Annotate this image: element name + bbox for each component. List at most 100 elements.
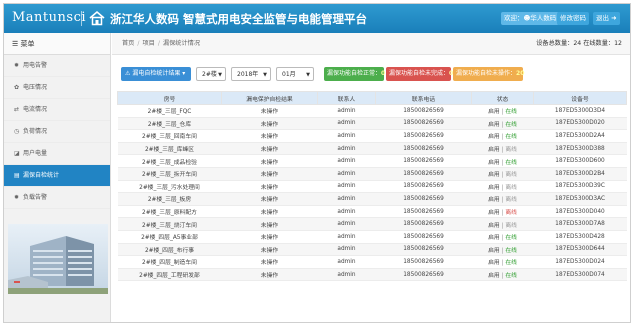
status-cell: 启用 | 离线	[471, 142, 534, 156]
phone-cell: 18500826569	[375, 129, 472, 143]
sidebar-item-label: 用电告警	[23, 62, 48, 69]
device-id-cell: 187ED5300D428	[533, 230, 627, 244]
room-cell[interactable]: 2#楼_三层_仓库	[117, 117, 222, 131]
room-cell[interactable]: 2#楼_三层_烧汀车间	[117, 217, 222, 231]
online-status: 在线	[505, 247, 517, 254]
table-row[interactable]: 2#楼_三层_回南车间 未操作 admin 18500826569 启用 | 在线 187…	[117, 129, 627, 143]
enabled-status: 启用	[488, 159, 500, 166]
table-header-row: 房号 漏电保护自检结果 联系人 联系电话 状态 设备号	[117, 91, 627, 105]
filter-toolbar: ⚠ 漏电自检统计结果 ▾ 2#楼 ▼ 2018年 ▼ 01月 ▼ 漏保功能自检正常：0…	[118, 67, 626, 83]
badge-label: 漏保功能自检未操作：	[456, 70, 517, 77]
room-cell[interactable]: 2#楼_三层_回南车间	[117, 129, 222, 143]
status-cell: 启用 | 在线	[471, 117, 534, 131]
sidebar-item-voltage[interactable]: ✿ 电压情况	[4, 77, 110, 99]
change-password-button[interactable]: 修改密码	[557, 12, 589, 25]
self-test-result-cell: 未操作	[221, 243, 318, 257]
sidebar-item-label: 电流情况	[23, 106, 48, 113]
home-icon[interactable]	[88, 9, 106, 27]
sidebar-item-load[interactable]: ◷ 负荷情况	[4, 121, 110, 143]
breadcrumb-separator: /	[157, 40, 160, 47]
phone-cell: 18500826569	[375, 167, 472, 181]
room-cell[interactable]: 2#楼_三层_FQC	[117, 104, 222, 118]
floor-select[interactable]: 2#楼 ▼	[196, 67, 226, 81]
table-row[interactable]: 2#楼_三层_原料配方 未操作 admin 18500826569 启用 | 离线 187…	[117, 205, 627, 219]
menu-label: 菜单	[20, 40, 35, 48]
room-cell[interactable]: 2#楼_三层_成品检验	[117, 154, 222, 168]
contact-cell: admin	[317, 117, 376, 131]
device-id-cell: 187ED5300D2A4	[533, 129, 627, 143]
breadcrumb-project[interactable]: 项目	[142, 40, 154, 47]
table-row[interactable]: 2#楼_三层_仓库 未操作 admin 18500826569 启用 | 在线 187ED…	[117, 117, 627, 131]
enabled-status: 启用	[488, 121, 500, 128]
room-cell[interactable]: 2#楼_三层_板房	[117, 192, 222, 206]
room-cell[interactable]: 2#楼_四层_制造车间	[117, 255, 222, 269]
device-counts: 设备总数量：24 在线数量：12	[536, 33, 622, 55]
table-row[interactable]: 2#楼_三层_拆开车间 未操作 admin 18500826569 启用 | 离线 187…	[117, 167, 627, 181]
table-row[interactable]: 2#楼_四层_制造车间 未操作 admin 18500826569 启用 | 在线 187…	[117, 255, 627, 269]
leakage-stats-dropdown-button[interactable]: ⚠ 漏电自检统计结果 ▾	[121, 67, 191, 81]
room-cell[interactable]: 2#楼_四层_工程研发部	[117, 268, 222, 282]
room-cell[interactable]: 2#楼_三层_库峰区	[117, 142, 222, 156]
contact-cell: admin	[317, 180, 376, 194]
room-cell[interactable]: 2#楼_四层_布行事	[117, 243, 222, 257]
device-id-cell: 187ED5300D39C	[533, 180, 627, 194]
table-row[interactable]: 2#楼_三层_成品检验 未操作 admin 18500826569 启用 | 在线 187…	[117, 154, 627, 168]
sidebar-item-label: 用户电量	[23, 150, 48, 157]
year-select[interactable]: 2018年 ▼	[231, 67, 271, 81]
column-header-result[interactable]: 漏电保护自检结果	[221, 91, 318, 105]
status-cell: 启用 | 在线	[471, 230, 534, 244]
column-header-phone[interactable]: 联系电话	[375, 91, 472, 105]
table-row[interactable]: 2#楼_四层_工程研发部 未操作 admin 18500826569 启用 | 在线 18…	[117, 268, 627, 282]
room-cell[interactable]: 2#楼_三层_拆开车间	[117, 167, 222, 181]
contact-cell: admin	[317, 230, 376, 244]
room-cell[interactable]: 2#楼_四层_A5事业部	[117, 230, 222, 244]
self-test-normal-badge[interactable]: 漏保功能自检正常：0	[324, 67, 386, 81]
contact-cell: admin	[317, 243, 376, 257]
table-row[interactable]: 2#楼_三层_FQC 未操作 admin 18500826569 启用 | 在线 187E…	[117, 104, 627, 118]
column-header-room[interactable]: 房号	[117, 91, 222, 105]
platform-title: 浙江华人数码 智慧式用电安全监管与电能管理平台	[110, 12, 368, 26]
breadcrumb-home[interactable]: 首页	[122, 40, 134, 47]
column-header-device[interactable]: 设备号	[533, 91, 627, 105]
status-cell: 启用 | 离线	[471, 180, 534, 194]
sidebar-item-power-alarm[interactable]: ✹ 用电告警	[4, 55, 110, 77]
status-cell: 启用 | 离线	[471, 205, 534, 219]
table-row[interactable]: 2#楼_三层_污水处理间 未操作 admin 18500826569 启用 | 离线 18…	[117, 180, 627, 194]
table-row[interactable]: 2#楼_四层_A5事业部 未操作 admin 18500826569 启用 | 在线 18…	[117, 230, 627, 244]
month-select[interactable]: 01月 ▼	[276, 67, 314, 81]
app-window: Mantunsci 浙江华人数码 智慧式用电安全监管与电能管理平台 欢迎：☻华人…	[3, 3, 631, 323]
online-status: 在线	[505, 134, 517, 141]
warning-icon: ⚠	[125, 70, 131, 77]
sidebar-item-leakage-stats[interactable]: ▤ 漏保自检统计	[4, 165, 110, 187]
device-id-cell: 187ED5300D020	[533, 117, 627, 131]
user-name: 华人数码	[530, 14, 557, 22]
clock-icon: ◷	[14, 128, 20, 135]
sidebar-item-user-energy[interactable]: ◪ 用户电量	[4, 143, 110, 165]
user-badge[interactable]: 欢迎：☻华人数码	[501, 12, 560, 25]
device-id-cell: 187ED5300D3D4	[533, 104, 627, 118]
sidebar-item-load-alarm[interactable]: ✹ 负载告警	[4, 187, 110, 209]
room-cell[interactable]: 2#楼_三层_原料配方	[117, 205, 222, 219]
column-header-contact[interactable]: 联系人	[317, 91, 376, 105]
self-test-not-done-badge[interactable]: 漏保功能自检未操作：20	[453, 67, 524, 81]
contact-cell: admin	[317, 268, 376, 282]
device-table: 房号 漏电保护自检结果 联系人 联系电话 状态 设备号 2#楼_三层_FQC 未操…	[117, 91, 627, 282]
self-test-result-cell: 未操作	[221, 192, 318, 206]
table-row[interactable]: 2#楼_三层_板房 未操作 admin 18500826569 启用 | 离线 187ED…	[117, 192, 627, 206]
badge-count: 0	[381, 70, 386, 77]
table-row[interactable]: 2#楼_三层_库峰区 未操作 admin 18500826569 启用 | 离线 187E…	[117, 142, 627, 156]
enabled-status: 启用	[488, 197, 500, 204]
sidebar-item-current[interactable]: ⇄ 电流情况	[4, 99, 110, 121]
table-row[interactable]: 2#楼_四层_布行事 未操作 admin 18500826569 启用 | 在线 187E…	[117, 243, 627, 257]
self-test-incomplete-badge[interactable]: 漏保功能自检未完成：0	[386, 67, 453, 81]
online-status: 在线	[505, 121, 517, 128]
breadcrumb-current: 漏保统计情况	[162, 40, 201, 47]
room-cell[interactable]: 2#楼_三层_污水处理间	[117, 180, 222, 194]
column-header-status[interactable]: 状态	[471, 91, 534, 105]
device-id-cell: 187ED5300D2B4	[533, 167, 627, 181]
table-row[interactable]: 2#楼_三层_烧汀车间 未操作 admin 18500826569 启用 | 离线 187…	[117, 217, 627, 231]
online-label: 在线数量：	[583, 40, 615, 47]
enabled-status: 启用	[488, 134, 500, 141]
phone-cell: 18500826569	[375, 243, 472, 257]
logout-button[interactable]: 退出 ➜	[593, 12, 620, 25]
